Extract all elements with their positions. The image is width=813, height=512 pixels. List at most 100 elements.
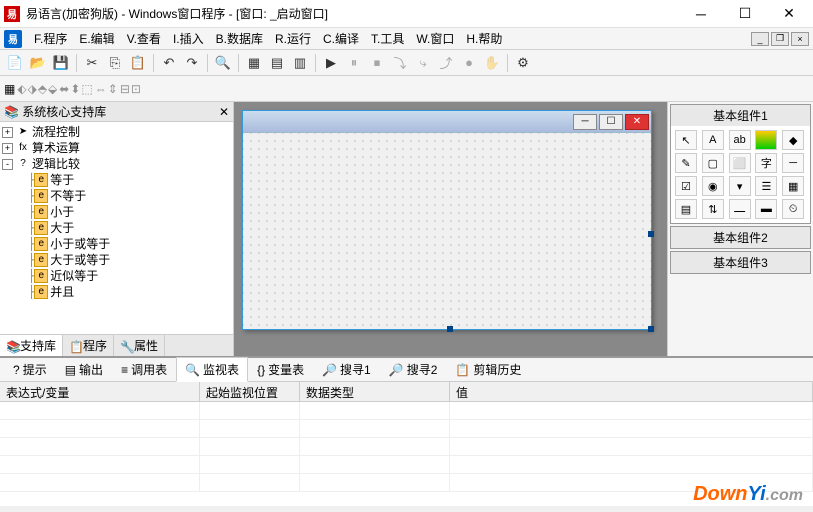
checkbox-icon[interactable]: ☑ xyxy=(675,176,697,196)
menu-database[interactable]: B.数据库 xyxy=(210,28,269,49)
new-icon[interactable]: 📄 xyxy=(4,52,26,74)
center-v-icon[interactable]: ⊡ xyxy=(131,82,141,96)
menu-program[interactable]: F.程序 xyxy=(28,28,73,49)
form-close-button[interactable]: ✕ xyxy=(625,114,649,130)
tree-item[interactable]: ├e大于 xyxy=(2,220,231,236)
menu-tools[interactable]: T.工具 xyxy=(365,28,410,49)
tree-item[interactable]: -?逻辑比较 xyxy=(2,156,231,172)
hand-icon[interactable]: ✋ xyxy=(481,52,503,74)
tab-callstack[interactable]: ≡调用表 xyxy=(112,357,176,382)
tab-variables[interactable]: {}变量表 xyxy=(248,357,313,382)
scroll-icon[interactable]: ⇅ xyxy=(702,199,724,219)
tab-icon[interactable]: ▤ xyxy=(675,199,697,219)
copy-icon[interactable]: ⎘ xyxy=(104,52,126,74)
tab-program[interactable]: 📋程序 xyxy=(63,335,114,356)
tab-support-lib[interactable]: 📚支持库 xyxy=(0,335,63,356)
tree-item[interactable]: +fx算术运算 xyxy=(2,140,231,156)
form-minimize-button[interactable]: ─ xyxy=(573,114,597,130)
menu-window[interactable]: W.窗口 xyxy=(410,28,460,49)
form-maximize-button[interactable]: ☐ xyxy=(599,114,623,130)
watch-table[interactable]: 表达式/变量 起始监视位置 数据类型 值 xyxy=(0,382,813,506)
watch-row[interactable] xyxy=(0,402,813,420)
stop-icon[interactable]: ⏹ xyxy=(366,52,388,74)
vspace-icon[interactable]: ⇕ xyxy=(108,82,118,96)
paste-icon[interactable]: 📋 xyxy=(127,52,149,74)
mdi-minimize-button[interactable]: _ xyxy=(751,32,769,46)
timer-icon[interactable]: ⏲ xyxy=(782,199,804,219)
group-header[interactable]: 基本组件3 xyxy=(671,252,810,273)
resize-handle[interactable] xyxy=(648,326,654,332)
align-left-icon[interactable]: ⬖ xyxy=(17,82,26,96)
menu-help[interactable]: H.帮助 xyxy=(460,28,508,49)
label-icon[interactable]: A xyxy=(702,130,724,150)
menu-compile[interactable]: C.编译 xyxy=(317,28,365,49)
menu-edit[interactable]: E.编辑 xyxy=(73,28,120,49)
breakpoint-icon[interactable]: ● xyxy=(458,52,480,74)
edit-icon[interactable]: ✎ xyxy=(675,153,697,173)
tab-search2[interactable]: 🔎搜寻2 xyxy=(380,357,447,382)
tree-item[interactable]: ├e并且 xyxy=(2,284,231,300)
text-icon[interactable]: ab xyxy=(729,130,751,150)
same-size-icon[interactable]: ⬚ xyxy=(81,82,92,96)
panel-icon[interactable]: ▢ xyxy=(702,153,724,173)
tree-item[interactable]: ├e大于或等于 xyxy=(2,252,231,268)
tree-item[interactable]: ├e等于 xyxy=(2,172,231,188)
col-type[interactable]: 数据类型 xyxy=(300,382,450,401)
close-button[interactable]: ✕ xyxy=(769,2,809,26)
tree-item[interactable]: +➤流程控制 xyxy=(2,124,231,140)
left-panel-close-icon[interactable]: ✕ xyxy=(219,105,229,119)
maximize-button[interactable]: ☐ xyxy=(725,2,765,26)
combo-icon[interactable]: ▾ xyxy=(729,176,751,196)
resize-handle[interactable] xyxy=(447,326,453,332)
shape-icon[interactable]: ◆ xyxy=(782,130,804,150)
same-height-icon[interactable]: ⬍ xyxy=(70,82,80,96)
find-icon[interactable]: 🔍 xyxy=(212,52,234,74)
minimize-button[interactable]: ─ xyxy=(681,2,721,26)
pause-icon[interactable]: ⏸ xyxy=(343,52,365,74)
align-top-icon[interactable]: ⬘ xyxy=(38,82,47,96)
resize-handle[interactable] xyxy=(648,231,654,237)
expand-icon[interactable]: + xyxy=(2,127,13,138)
slider-icon[interactable]: ⎼ xyxy=(729,199,751,219)
redo-icon[interactable]: ↷ xyxy=(181,52,203,74)
radio-icon[interactable]: ◉ xyxy=(702,176,724,196)
tree-item[interactable]: ├e近似等于 xyxy=(2,268,231,284)
cut-icon[interactable]: ✂ xyxy=(81,52,103,74)
undo-icon[interactable]: ↶ xyxy=(158,52,180,74)
watch-row[interactable] xyxy=(0,420,813,438)
group-header[interactable]: 基本组件2 xyxy=(671,227,810,248)
menu-view[interactable]: V.查看 xyxy=(121,28,167,49)
tab-search1[interactable]: 🔎搜寻1 xyxy=(313,357,380,382)
collapse-icon[interactable]: - xyxy=(2,159,13,170)
tree-item[interactable]: ├e不等于 xyxy=(2,188,231,204)
col-value[interactable]: 值 xyxy=(450,382,813,401)
progress-icon[interactable]: ▬ xyxy=(755,199,777,219)
watch-row[interactable] xyxy=(0,456,813,474)
open-icon[interactable]: 📂 xyxy=(27,52,49,74)
layout3-icon[interactable]: ▥ xyxy=(289,52,311,74)
tree-view[interactable]: +➤流程控制 +fx算术运算 -?逻辑比较 ├e等于 ├e不等于 ├e小于 ├e… xyxy=(0,122,233,334)
layout2-icon[interactable]: ▤ xyxy=(266,52,288,74)
hspace-icon[interactable]: ⇔ xyxy=(95,82,107,96)
tab-properties[interactable]: 🔧属性 xyxy=(114,335,165,356)
list-icon[interactable]: ☰ xyxy=(755,176,777,196)
tab-output[interactable]: ▤输出 xyxy=(56,357,112,382)
same-width-icon[interactable]: ⬌ xyxy=(59,82,69,96)
save-icon[interactable]: 💾 xyxy=(50,52,72,74)
col-start-pos[interactable]: 起始监视位置 xyxy=(200,382,300,401)
mdi-close-button[interactable]: × xyxy=(791,32,809,46)
watch-row[interactable] xyxy=(0,474,813,492)
font-icon[interactable]: 字 xyxy=(755,153,777,173)
col-expression[interactable]: 表达式/变量 xyxy=(0,382,200,401)
grid-icon[interactable]: ▦ xyxy=(4,82,15,96)
center-h-icon[interactable]: ⊟ xyxy=(120,82,130,96)
form-window[interactable]: ─ ☐ ✕ xyxy=(242,110,652,330)
pointer-icon[interactable]: ↖ xyxy=(675,130,697,150)
form-body[interactable] xyxy=(243,133,651,329)
settings-icon[interactable]: ⚙ xyxy=(512,52,534,74)
image-icon[interactable] xyxy=(755,130,777,150)
expand-icon[interactable]: + xyxy=(2,143,13,154)
group-header[interactable]: 基本组件1 xyxy=(671,105,810,126)
form-designer-area[interactable]: ─ ☐ ✕ xyxy=(234,102,667,356)
step-out-icon[interactable]: ⤴ xyxy=(435,52,457,74)
